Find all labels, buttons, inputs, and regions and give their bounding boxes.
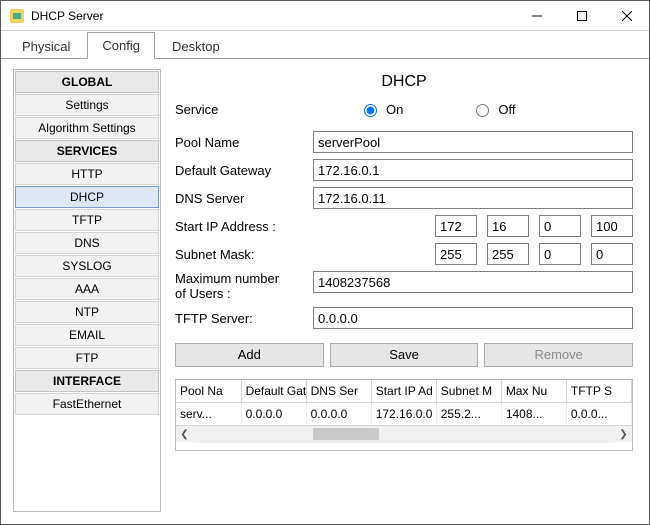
service-off-wrap[interactable]: Off (471, 101, 515, 117)
titlebar: DHCP Server (1, 1, 649, 31)
add-button[interactable]: Add (175, 343, 324, 367)
sidebar-header-global: GLOBAL (15, 71, 159, 93)
body: GLOBAL Settings Algorithm Settings SERVI… (1, 59, 649, 524)
server-icon (9, 8, 25, 24)
dns-server-label: DNS Server (175, 191, 305, 206)
table-row[interactable]: serv... 0.0.0.0 0.0.0.0 172.16.0.0 255.2… (176, 403, 632, 426)
col-subnet-mask[interactable]: Subnet M (436, 380, 501, 403)
subnet-mask-row: Subnet Mask: (175, 243, 633, 265)
col-pool-name[interactable]: Pool Na (176, 380, 241, 403)
scroll-right-icon[interactable]: ❯ (615, 426, 632, 443)
service-off-label: Off (498, 102, 515, 117)
service-on-radio[interactable] (364, 104, 377, 117)
scroll-thumb[interactable] (313, 428, 379, 440)
subnet-oct2[interactable] (487, 243, 529, 265)
max-users-input[interactable] (313, 271, 633, 293)
tab-config[interactable]: Config (87, 32, 155, 59)
window: DHCP Server Physical Config Desktop GLOB… (0, 0, 650, 525)
pool-table: Pool Na Default Gat DNS Ser Start IP Ad … (176, 380, 632, 425)
sidebar-item-email[interactable]: EMAIL (15, 324, 159, 346)
max-users-label: Maximum number of Users : (175, 271, 305, 301)
subnet-mask-label: Subnet Mask: (175, 247, 305, 262)
sidebar-item-aaa[interactable]: AAA (15, 278, 159, 300)
close-button[interactable] (604, 1, 649, 30)
tab-physical[interactable]: Physical (7, 33, 85, 59)
default-gateway-label: Default Gateway (175, 163, 305, 178)
start-ip-octets (435, 215, 633, 237)
col-start-ip[interactable]: Start IP Ad (371, 380, 436, 403)
cell-dns-server: 0.0.0.0 (306, 403, 371, 426)
service-on-label: On (386, 102, 403, 117)
service-label: Service (175, 102, 305, 117)
sidebar-item-fastethernet[interactable]: FastEthernet (15, 393, 159, 415)
default-gateway-input[interactable] (313, 159, 633, 181)
start-ip-label: Start IP Address : (175, 219, 305, 234)
sidebar: GLOBAL Settings Algorithm Settings SERVI… (13, 69, 161, 512)
tftp-server-input[interactable] (313, 307, 633, 329)
maximize-button[interactable] (559, 1, 604, 30)
start-ip-row: Start IP Address : (175, 215, 633, 237)
sidebar-item-algorithm-settings[interactable]: Algorithm Settings (15, 117, 159, 139)
save-button[interactable]: Save (330, 343, 479, 367)
service-on-wrap[interactable]: On (359, 101, 403, 117)
scroll-track[interactable] (193, 426, 615, 443)
button-row: Add Save Remove (175, 343, 633, 367)
main-panel: DHCP Service On Off Pool Name Default Ga… (171, 69, 637, 512)
window-controls (514, 1, 649, 30)
table-header-row[interactable]: Pool Na Default Gat DNS Ser Start IP Ad … (176, 380, 632, 403)
pool-table-wrap: Pool Na Default Gat DNS Ser Start IP Ad … (175, 379, 633, 451)
sidebar-item-http[interactable]: HTTP (15, 163, 159, 185)
scroll-left-icon[interactable]: ❮ (176, 426, 193, 443)
titlebar-left: DHCP Server (9, 8, 103, 24)
subnet-oct4[interactable] (591, 243, 633, 265)
cell-tftp-server: 0.0.0... (566, 403, 631, 426)
remove-button[interactable]: Remove (484, 343, 633, 367)
pool-name-label: Pool Name (175, 135, 305, 150)
window-title: DHCP Server (31, 9, 103, 23)
sidebar-item-settings[interactable]: Settings (15, 94, 159, 116)
tftp-server-label: TFTP Server: (175, 311, 305, 326)
minimize-button[interactable] (514, 1, 559, 30)
pool-name-row: Pool Name (175, 131, 633, 153)
cell-start-ip: 172.16.0.0 (371, 403, 436, 426)
col-max-users[interactable]: Max Nu (501, 380, 566, 403)
subnet-oct1[interactable] (435, 243, 477, 265)
cell-subnet-mask: 255.2... (436, 403, 501, 426)
cell-pool-name: serv... (176, 403, 241, 426)
sidebar-header-services: SERVICES (15, 140, 159, 162)
max-users-label-line1: Maximum number (175, 271, 279, 286)
col-tftp-server[interactable]: TFTP S (566, 380, 631, 403)
start-ip-oct4[interactable] (591, 215, 633, 237)
sidebar-header-interface: INTERFACE (15, 370, 159, 392)
sidebar-item-dhcp[interactable]: DHCP (15, 186, 159, 208)
max-users-row: Maximum number of Users : (175, 271, 633, 301)
start-ip-oct1[interactable] (435, 215, 477, 237)
subnet-octets (435, 243, 633, 265)
max-users-label-line2: of Users : (175, 286, 231, 301)
start-ip-oct2[interactable] (487, 215, 529, 237)
sidebar-item-ntp[interactable]: NTP (15, 301, 159, 323)
page-title: DHCP (175, 73, 633, 91)
service-off-radio[interactable] (476, 104, 489, 117)
tftp-server-row: TFTP Server: (175, 307, 633, 329)
dns-server-row: DNS Server (175, 187, 633, 209)
sidebar-item-syslog[interactable]: SYSLOG (15, 255, 159, 277)
start-ip-oct3[interactable] (539, 215, 581, 237)
tab-desktop[interactable]: Desktop (157, 33, 235, 59)
sidebar-item-tftp[interactable]: TFTP (15, 209, 159, 231)
dns-server-input[interactable] (313, 187, 633, 209)
table-horizontal-scrollbar[interactable]: ❮ ❯ (176, 425, 632, 442)
pool-name-input[interactable] (313, 131, 633, 153)
col-default-gateway[interactable]: Default Gat (241, 380, 306, 403)
cell-max-users: 1408... (501, 403, 566, 426)
tab-bar: Physical Config Desktop (1, 31, 649, 59)
sidebar-item-dns[interactable]: DNS (15, 232, 159, 254)
cell-default-gateway: 0.0.0.0 (241, 403, 306, 426)
service-row: Service On Off (175, 101, 633, 117)
subnet-oct3[interactable] (539, 243, 581, 265)
sidebar-item-ftp[interactable]: FTP (15, 347, 159, 369)
default-gateway-row: Default Gateway (175, 159, 633, 181)
col-dns-server[interactable]: DNS Ser (306, 380, 371, 403)
